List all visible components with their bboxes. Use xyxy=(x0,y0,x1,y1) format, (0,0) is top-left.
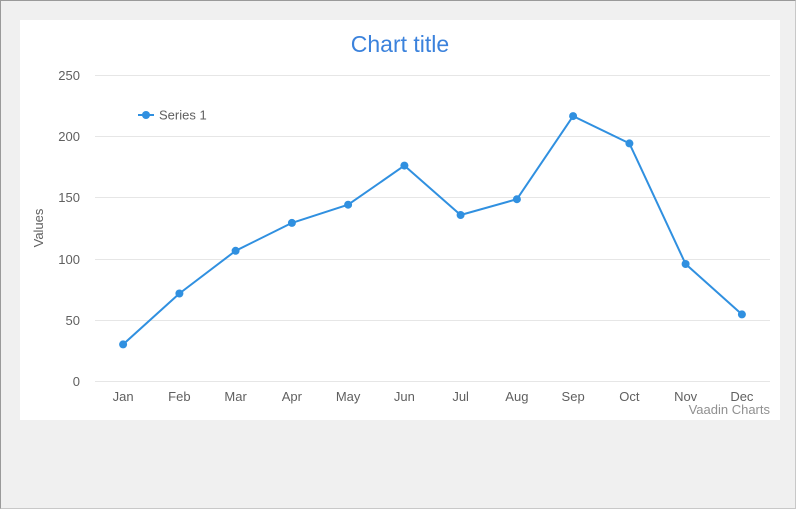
x-tick-label: Sep xyxy=(562,389,585,404)
legend[interactable]: Series 1 xyxy=(138,108,207,123)
y-tick-label: 100 xyxy=(58,252,80,267)
data-point[interactable] xyxy=(344,200,353,209)
data-point[interactable] xyxy=(119,340,128,349)
x-tick-label: Jul xyxy=(452,389,469,404)
data-point[interactable] xyxy=(681,260,690,268)
y-tick-label: 150 xyxy=(58,190,80,205)
data-point[interactable] xyxy=(400,161,409,170)
y-axis-ticks: 0 50 100 150 200 250 xyxy=(58,68,80,389)
credits-link[interactable]: Vaadin Charts xyxy=(689,402,771,417)
line-chart: Chart title 0 50 100 150 200 250 Jan Feb Mar Apr… xyxy=(31,31,771,417)
x-axis-ticks: Jan Feb Mar Apr May Jun Jul Aug Sep Oct Nov Dec xyxy=(113,389,754,404)
legend-marker-icon xyxy=(142,111,150,119)
data-point[interactable] xyxy=(737,310,746,319)
data-point[interactable] xyxy=(512,195,521,204)
x-tick-label: Jun xyxy=(394,389,415,404)
legend-item-label[interactable]: Series 1 xyxy=(159,108,207,123)
data-point[interactable] xyxy=(456,211,465,219)
series-group xyxy=(119,112,746,349)
x-tick-label: Jan xyxy=(113,389,134,404)
x-tick-label: May xyxy=(336,389,361,404)
data-point[interactable] xyxy=(287,218,296,227)
x-tick-label: Mar xyxy=(224,389,247,404)
y-tick-label: 200 xyxy=(58,129,80,144)
series-line xyxy=(122,115,743,346)
y-tick-label: 0 xyxy=(73,374,80,389)
data-point[interactable] xyxy=(175,289,184,298)
chart-container: Chart title 0 50 100 150 200 250 Jan Feb Mar Apr… xyxy=(20,20,780,420)
x-tick-label: Apr xyxy=(282,389,303,404)
y-tick-label: 50 xyxy=(66,313,80,328)
x-tick-label: Oct xyxy=(619,389,640,404)
x-tick-label: Feb xyxy=(168,389,190,404)
data-point[interactable] xyxy=(569,112,578,121)
chart-title: Chart title xyxy=(351,31,449,57)
y-tick-label: 250 xyxy=(58,68,80,83)
data-point[interactable] xyxy=(625,139,634,148)
data-point[interactable] xyxy=(231,246,240,255)
y-axis-label: Values xyxy=(31,208,46,247)
x-tick-label: Aug xyxy=(505,389,528,404)
